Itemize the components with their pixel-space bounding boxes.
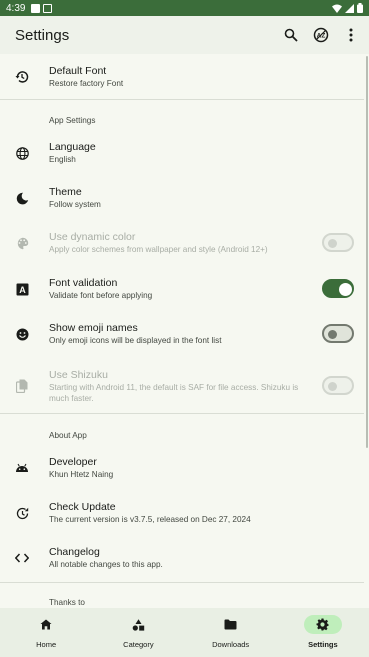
folder-icon — [224, 619, 237, 630]
gear-icon — [316, 618, 329, 631]
nav-label-downloads: Downloads — [212, 640, 250, 649]
language-title: Language — [49, 141, 96, 153]
check-update-item[interactable]: Check Update The current version is v3.7… — [0, 494, 364, 532]
code-icon — [14, 550, 30, 566]
divider — [0, 582, 364, 583]
divider — [0, 413, 364, 414]
battery-icon — [357, 3, 363, 13]
dynamic-color-title: Use dynamic color — [49, 231, 136, 243]
default-font-item[interactable]: Default Font Restore factory Font — [0, 58, 364, 96]
emoji-names-subtitle: Only emoji icons will be displayed in th… — [49, 336, 222, 345]
font-test-button[interactable]: AZ — [311, 25, 331, 45]
more-options-button[interactable] — [341, 25, 361, 45]
palette-icon — [14, 235, 30, 251]
notification-icons — [31, 3, 53, 13]
nav-label-category: Category — [123, 640, 154, 649]
default-font-title: Default Font — [49, 65, 107, 77]
default-font-subtitle: Restore factory Font — [49, 79, 124, 88]
divider — [0, 99, 364, 100]
font-icon: A — [14, 281, 30, 297]
shizuku-subtitle: Starting with Android 11, the default is… — [49, 382, 299, 403]
notification-icon — [31, 3, 41, 13]
status-bar: 4:39 — [0, 0, 369, 16]
android-icon — [14, 460, 30, 476]
changelog-item[interactable]: Changelog All notable changes to this ap… — [0, 539, 364, 577]
developer-subtitle: Khun Htetz Naing — [49, 470, 114, 479]
notification-icon — [43, 3, 53, 13]
copy-file-icon — [14, 378, 30, 394]
dynamic-color-item[interactable]: Use dynamic color Apply color schemes fr… — [0, 224, 364, 262]
signal-icon — [345, 3, 354, 13]
section-label-thanks: Thanks to — [49, 598, 85, 607]
font-test-icon: AZ — [313, 27, 329, 43]
restore-icon — [14, 69, 30, 85]
nav-label-settings: Settings — [308, 640, 338, 649]
shizuku-switch[interactable] — [322, 376, 354, 395]
font-validation-subtitle: Validate font before applying — [49, 291, 153, 300]
emoji-names-item[interactable]: Show emoji names Only emoji icons will b… — [0, 315, 364, 353]
changelog-title: Changelog — [49, 546, 100, 558]
category-icon — [132, 618, 145, 631]
nav-item-settings[interactable]: Settings — [277, 608, 369, 657]
emoji-icon — [14, 326, 30, 342]
font-validation-title: Font validation — [49, 277, 118, 289]
system-icons — [332, 3, 363, 13]
wifi-icon — [332, 4, 342, 13]
check-update-title: Check Update — [49, 501, 116, 513]
page-title: Settings — [15, 26, 70, 44]
language-subtitle: English — [49, 155, 76, 164]
language-item[interactable]: Language English — [0, 134, 364, 172]
dark-mode-icon — [14, 190, 30, 206]
font-validation-switch[interactable] — [322, 279, 354, 298]
scrollbar[interactable] — [366, 56, 368, 448]
bottom-navigation: Home Category Downloads Settings — [0, 608, 369, 657]
shizuku-item[interactable]: Use Shizuku Starting with Android 11, th… — [0, 365, 364, 407]
globe-icon — [14, 145, 30, 161]
nav-item-category[interactable]: Category — [92, 608, 184, 657]
developer-item[interactable]: Developer Khun Htetz Naing — [0, 449, 364, 487]
more-vert-icon — [349, 28, 353, 42]
emoji-names-switch[interactable] — [322, 324, 354, 343]
home-icon — [40, 619, 52, 630]
nav-item-downloads[interactable]: Downloads — [185, 608, 277, 657]
update-icon — [14, 505, 30, 521]
emoji-names-title: Show emoji names — [49, 322, 138, 334]
search-icon — [284, 28, 298, 42]
status-time: 4:39 — [6, 2, 26, 14]
shizuku-title: Use Shizuku — [49, 368, 108, 381]
theme-title: Theme — [49, 186, 82, 198]
changelog-subtitle: All notable changes to this app. — [49, 560, 163, 569]
nav-label-home: Home — [36, 640, 57, 649]
theme-item[interactable]: Theme Follow system — [0, 179, 364, 217]
app-bar: Settings AZ — [0, 16, 369, 54]
section-label-about: About App — [49, 431, 87, 440]
check-update-subtitle: The current version is v3.7.5, released … — [49, 515, 251, 524]
dynamic-color-switch[interactable] — [322, 233, 354, 252]
theme-subtitle: Follow system — [49, 200, 101, 209]
nav-item-home[interactable]: Home — [0, 608, 92, 657]
settings-list[interactable]: Default Font Restore factory Font App Se… — [0, 54, 369, 608]
search-button[interactable] — [281, 25, 301, 45]
svg-text:A: A — [19, 285, 26, 295]
section-label-app-settings: App Settings — [49, 116, 96, 125]
font-validation-item[interactable]: A Font validation Validate font before a… — [0, 270, 364, 308]
dynamic-color-subtitle: Apply color schemes from wallpaper and s… — [49, 245, 268, 254]
developer-title: Developer — [49, 456, 97, 468]
